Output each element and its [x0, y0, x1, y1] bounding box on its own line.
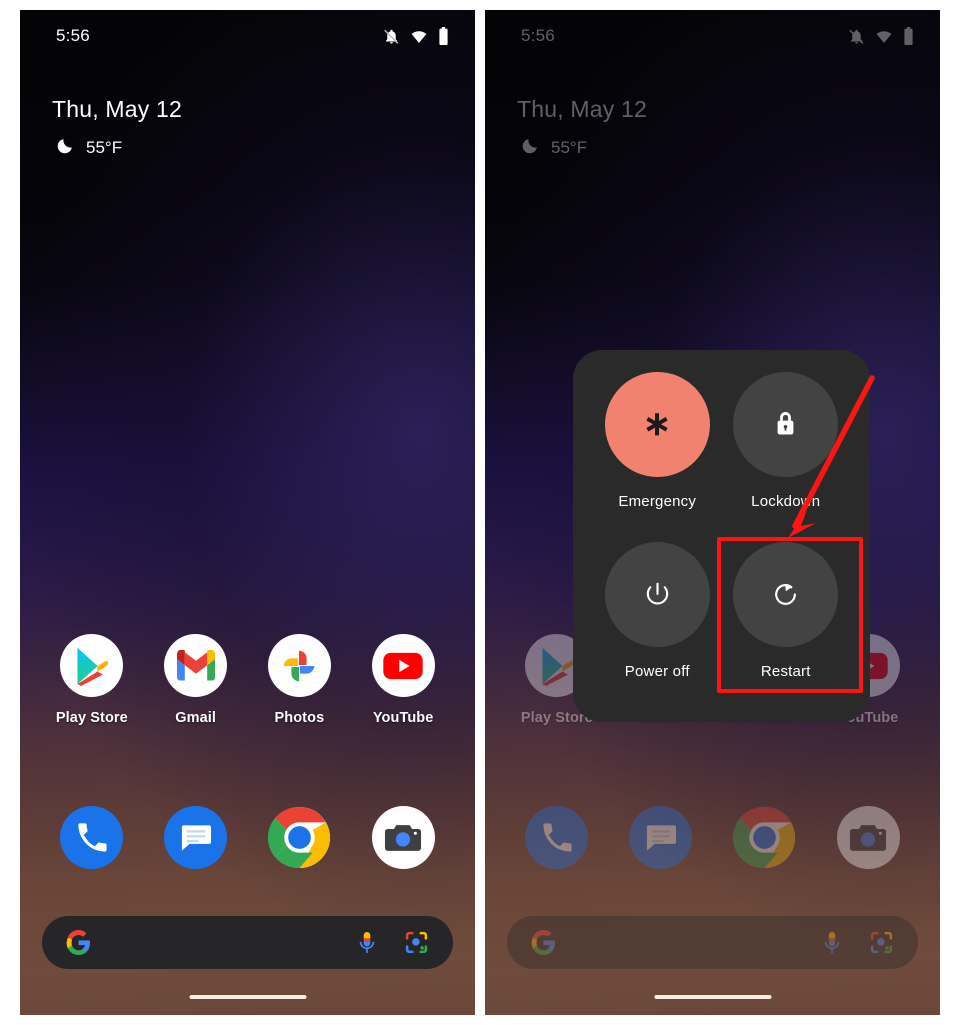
google-search-bar[interactable] — [42, 916, 453, 969]
home-gesture-pill[interactable] — [654, 995, 771, 999]
widget-weather: 55°F — [56, 136, 182, 160]
google-search-bar[interactable] — [507, 916, 918, 969]
phone-panel-power-menu: 5:56 Thu, May 12 55°F Play Store YouTube… — [485, 10, 940, 1015]
google-g-icon — [531, 930, 556, 955]
clock-weather-widget[interactable]: Thu, May 12 55°F — [517, 96, 647, 160]
crescent-moon-icon — [56, 136, 75, 160]
clock-weather-widget[interactable]: Thu, May 12 55°F — [52, 96, 182, 160]
battery-icon — [903, 27, 914, 45]
chrome-icon — [267, 806, 331, 869]
google-photos-icon — [267, 634, 331, 697]
app-row: Play Store Gmail — [20, 634, 475, 726]
app-icon-gmail[interactable]: Gmail — [154, 634, 238, 726]
microphone-icon[interactable] — [821, 931, 843, 955]
google-lens-icon[interactable] — [404, 930, 429, 955]
status-bar: 5:56 — [485, 10, 940, 62]
restart-icon — [733, 542, 839, 647]
dock — [20, 806, 475, 869]
notifications-off-icon — [383, 28, 400, 45]
power-option-label: Restart — [760, 663, 811, 680]
app-icon-youtube[interactable]: YouTube — [361, 634, 445, 726]
app-icon-photos[interactable]: Photos — [257, 634, 341, 726]
widget-date: Thu, May 12 — [517, 96, 648, 122]
camera-icon — [371, 806, 435, 869]
app-label: Gmail — [175, 710, 217, 726]
widget-date: Thu, May 12 — [52, 96, 183, 122]
phone-panel-home-screen: 5:56 Thu, May 12 55°F Play Store Gmail P… — [20, 10, 475, 1015]
google-g-icon — [66, 930, 91, 955]
dock-icon-camera[interactable] — [826, 806, 910, 869]
app-label: Play Store — [55, 710, 128, 726]
emergency-asterisk-icon — [604, 372, 710, 477]
google-lens-icon[interactable] — [869, 930, 894, 955]
power-option-restart[interactable]: Restart — [722, 542, 851, 706]
chrome-icon — [732, 806, 796, 869]
widget-weather: 55°F — [521, 136, 647, 160]
widget-temperature: 55°F — [551, 138, 588, 157]
phone-icon — [60, 806, 124, 869]
power-menu-dialog: Emergency Lockdown Power off Restart — [573, 350, 870, 722]
dock-icon-messages[interactable] — [619, 806, 703, 869]
lock-icon — [733, 372, 839, 477]
dock-icon-phone[interactable] — [50, 806, 134, 869]
screenshot-stage: 5:56 Thu, May 12 55°F Play Store Gmail P… — [0, 0, 960, 1025]
power-icon — [604, 542, 710, 647]
power-option-power-off[interactable]: Power off — [593, 542, 722, 706]
app-icon-play-store[interactable]: Play Store — [50, 634, 134, 726]
gmail-icon — [164, 634, 228, 697]
youtube-icon — [371, 634, 435, 697]
widget-temperature: 55°F — [86, 138, 123, 157]
wifi-icon — [410, 28, 428, 45]
crescent-moon-icon — [521, 136, 540, 160]
dock-icon-chrome[interactable] — [257, 806, 341, 869]
status-bar-icons — [848, 27, 914, 45]
app-label: Photos — [274, 710, 325, 726]
app-label: YouTube — [372, 710, 434, 726]
phone-icon — [525, 806, 589, 869]
power-option-label: Emergency — [618, 493, 697, 510]
play-store-icon — [60, 634, 124, 697]
dock-icon-phone[interactable] — [515, 806, 599, 869]
messages-icon — [164, 806, 228, 869]
dock-icon-camera[interactable] — [361, 806, 445, 869]
power-option-label: Power off — [624, 663, 690, 680]
dock-icon-messages[interactable] — [154, 806, 238, 869]
status-bar-clock: 5:56 — [56, 26, 90, 45]
home-gesture-pill[interactable] — [189, 995, 306, 999]
dock — [485, 806, 940, 869]
microphone-icon[interactable] — [356, 931, 378, 955]
status-bar-icons — [383, 27, 449, 45]
dock-icon-chrome[interactable] — [722, 806, 806, 869]
status-bar-clock: 5:56 — [521, 26, 555, 45]
messages-icon — [629, 806, 693, 869]
wifi-icon — [875, 28, 893, 45]
camera-icon — [836, 806, 900, 869]
status-bar: 5:56 — [20, 10, 475, 62]
power-option-emergency[interactable]: Emergency — [593, 372, 722, 536]
power-option-label: Lockdown — [751, 493, 821, 510]
notifications-off-icon — [848, 28, 865, 45]
battery-icon — [438, 27, 449, 45]
power-option-lockdown[interactable]: Lockdown — [722, 372, 851, 536]
